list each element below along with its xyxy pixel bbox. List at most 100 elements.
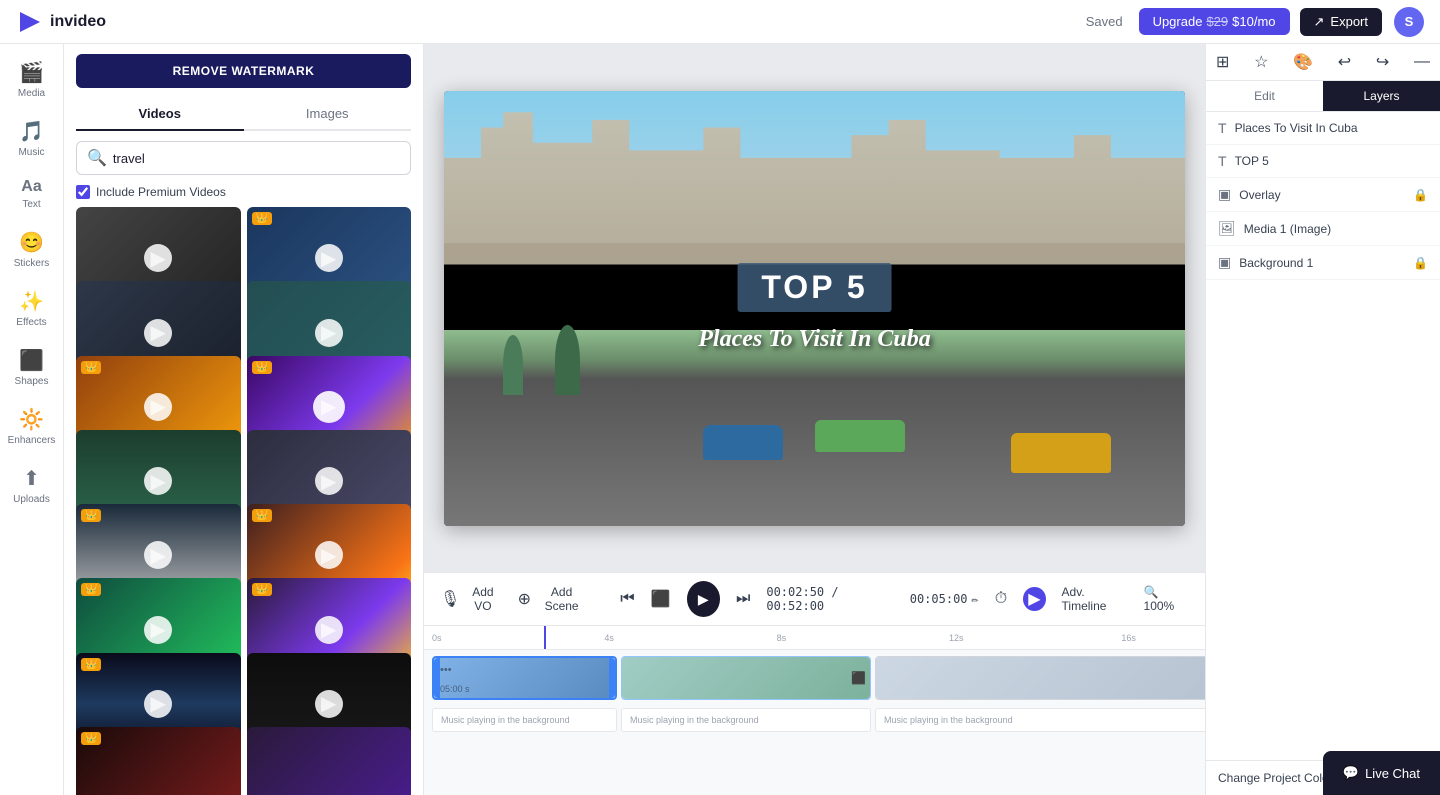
text-icon: Aa [21, 178, 41, 196]
crown-badge: 👑 [81, 658, 101, 671]
clock-button[interactable]: ⏱ [995, 590, 1007, 608]
play-icon: ▶ [144, 690, 172, 718]
star-icon[interactable]: ☆ [1254, 52, 1268, 72]
play-icon: ▶ [315, 319, 343, 347]
clip-resize-right[interactable] [609, 658, 615, 698]
palette-icon[interactable]: 🎨 [1293, 52, 1313, 72]
timeline-clip[interactable]: ••• 05:00 s [432, 656, 617, 700]
tab-edit[interactable]: Edit [1206, 81, 1323, 111]
list-item[interactable] [247, 727, 412, 795]
adv-timeline-button[interactable]: Adv. Timeline [1062, 585, 1128, 613]
sidebar-item-music[interactable]: 🎵 Music [4, 111, 60, 166]
layer-item-top5-text[interactable]: T TOP 5 [1206, 145, 1440, 178]
icon-sidebar: 🎬 Media 🎵 Music Aa Text 😊 Stickers ✨ Eff… [0, 44, 64, 795]
current-time: 00:02:50 / 00:52:00 [766, 585, 893, 613]
music-icon: 🎵 [19, 119, 44, 144]
video-track: ••• 05:00 s ⬛ [424, 650, 1205, 706]
upgrade-old-price: $29 [1206, 14, 1228, 29]
enhancers-icon: 🔆 [19, 407, 44, 432]
search-icon: 🔍 [87, 148, 107, 168]
upgrade-label: Upgrade [1153, 14, 1203, 29]
live-chat-label: Live Chat [1365, 766, 1420, 781]
logo-text: invideo [50, 13, 106, 31]
search-input[interactable] [113, 151, 400, 166]
sidebar-item-shapes[interactable]: ⬛ Shapes [4, 340, 60, 395]
sidebar-item-media-label: Media [18, 88, 45, 99]
sidebar-item-text[interactable]: Aa Text [4, 170, 60, 218]
edit-time-icon[interactable]: ✏ [972, 592, 979, 606]
media-icon: 🎬 [19, 60, 44, 85]
play-pause-button[interactable]: ▶ [687, 581, 720, 617]
top-navigation: invideo Saved Upgrade $29 $10/mo ↗ Expor… [0, 0, 1440, 44]
logo[interactable]: invideo [16, 8, 106, 36]
lock-icon: 🔒 [1413, 256, 1428, 270]
timeline-clip[interactable]: ⬛ [621, 656, 871, 700]
remove-watermark-button[interactable]: REMOVE WATERMARK [76, 54, 411, 88]
sidebar-item-effects[interactable]: ✨ Effects [4, 281, 60, 336]
tab-images[interactable]: Images [244, 98, 412, 129]
layer-item-background1[interactable]: ▣ Background 1 🔒 [1206, 246, 1440, 280]
timeline-controls: 🎙 Add VO ⊕ Add Scene ⏮ ⬛ ▶ ⏭ 00:02:50 / … [424, 572, 1205, 625]
layer-item-places-text[interactable]: T Places To Visit In Cuba [1206, 112, 1440, 145]
canvas-text-overlay: TOP 5 Places To Visit In Cuba [481, 263, 1148, 353]
add-vo-label: Add VO [464, 585, 501, 613]
music-track-clip: Music playing in the background [621, 708, 871, 732]
sidebar-item-stickers[interactable]: 😊 Stickers [4, 222, 60, 277]
sidebar-item-uploads-label: Uploads [13, 494, 50, 505]
list-item[interactable]: 👑 [76, 727, 241, 795]
skip-forward-button[interactable]: ⏭ [736, 590, 750, 608]
tab-videos[interactable]: Videos [76, 98, 244, 131]
tab-layers[interactable]: Layers [1323, 81, 1440, 111]
ruler-mark: 16s [1121, 633, 1205, 643]
center-area: TOP 5 Places To Visit In Cuba 🎙 Add VO ⊕… [424, 44, 1205, 795]
user-avatar[interactable]: S [1394, 7, 1424, 37]
add-scene-button[interactable]: ⊕ Add Scene [518, 585, 589, 613]
crown-badge: 👑 [252, 583, 272, 596]
play-icon: ▶ [313, 391, 345, 423]
add-vo-button[interactable]: 🎙 Add VO [440, 585, 502, 613]
layer-item-overlay[interactable]: ▣ Overlay 🔒 [1206, 178, 1440, 212]
layer-item-media1[interactable]: 🖼 Media 1 (Image) [1206, 212, 1440, 246]
upgrade-button[interactable]: Upgrade $29 $10/mo [1139, 8, 1290, 35]
play-icon: ▶ [315, 244, 343, 272]
present-button[interactable]: ⬛ [651, 589, 671, 609]
skip-back-button[interactable]: ⏮ [620, 590, 634, 608]
right-panel-toolbar: ⊞ ☆ 🎨 ↩ ↪ — [1206, 44, 1440, 81]
live-chat-button[interactable]: 💬 Live Chat [1323, 751, 1440, 795]
undo-icon[interactable]: ↩ [1338, 52, 1351, 72]
sidebar-item-uploads[interactable]: ⬆ Uploads [4, 458, 60, 513]
lock-icon: 🔒 [1413, 188, 1428, 202]
chat-icon: 💬 [1343, 765, 1359, 781]
minus-icon[interactable]: — [1414, 53, 1430, 71]
sidebar-item-shapes-label: Shapes [15, 376, 49, 387]
text-layer-icon: T [1218, 153, 1227, 169]
crown-badge: 👑 [81, 732, 101, 745]
redo-icon[interactable]: ↪ [1376, 52, 1389, 72]
layer-name: TOP 5 [1235, 154, 1428, 168]
layer-name: Media 1 (Image) [1244, 222, 1428, 236]
timeline-clip[interactable]: ⬛ [875, 656, 1205, 700]
sidebar-item-music-label: Music [18, 147, 44, 158]
change-colors-label: Change Project Colors [1218, 771, 1339, 785]
clip-resize-left[interactable] [434, 658, 440, 698]
grid-icon[interactable]: ⊞ [1216, 52, 1229, 72]
include-premium-checkbox[interactable] [76, 185, 90, 199]
saved-status: Saved [1086, 14, 1123, 29]
record-button[interactable]: ▶ [1023, 587, 1045, 611]
canvas-area: TOP 5 Places To Visit In Cuba [424, 44, 1205, 572]
ruler-mark: 0s [432, 633, 604, 643]
canvas-subtitle-text: Places To Visit In Cuba [481, 326, 1148, 353]
canvas-wrapper[interactable]: TOP 5 Places To Visit In Cuba [444, 91, 1185, 526]
ruler-mark: 12s [949, 633, 1121, 643]
stickers-icon: 😊 [19, 230, 44, 255]
search-box: 🔍 [76, 141, 411, 175]
sidebar-item-enhancers[interactable]: 🔆 Enhancers [4, 399, 60, 454]
timeline-area: 0s 4s 8s 12s 16s 20s ••• 05:00 s [424, 625, 1205, 795]
layer-name: Places To Visit In Cuba [1235, 121, 1428, 135]
layer-name: Background 1 [1239, 256, 1405, 270]
export-button[interactable]: ↗ Export [1300, 8, 1382, 36]
ruler-mark: 8s [777, 633, 949, 643]
video-grid: ▶ 👑 ▶ ▶ ▶ 👑 [64, 207, 423, 795]
sidebar-item-media[interactable]: 🎬 Media [4, 52, 60, 107]
uploads-icon: ⬆ [23, 466, 40, 491]
